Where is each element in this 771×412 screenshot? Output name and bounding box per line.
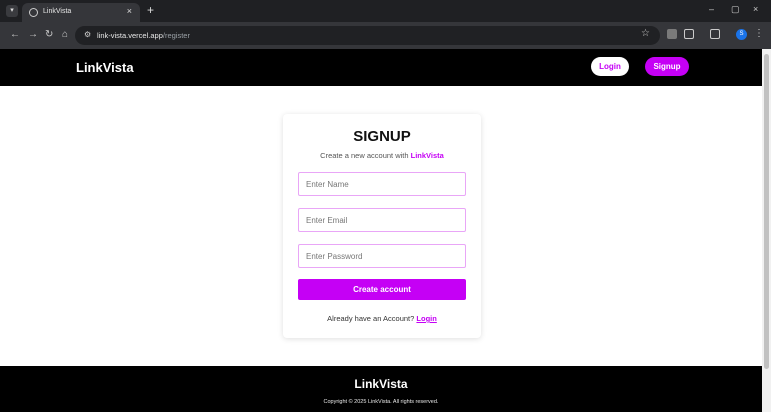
home-icon[interactable]: ⌂ [62,29,68,40]
tab-search-icon[interactable]: ▾ [6,5,18,17]
maximize-icon[interactable]: ▢ [731,4,740,15]
signup-subtitle: Create a new account with LinkVista [283,151,481,160]
login-prompt: Already have an Account? Login [283,314,481,323]
scrollbar-thumb[interactable] [764,54,769,369]
email-input[interactable] [298,208,466,232]
back-icon[interactable]: ← [10,29,20,40]
extension-icon[interactable] [667,29,677,39]
minimize-icon[interactable]: – [709,4,714,14]
footer-brand: LinkVista [354,377,408,391]
login-link[interactable]: Login [416,314,436,323]
site-navbar: LinkVista Login Signup [0,49,762,86]
downloads-icon[interactable] [710,29,720,39]
puzzle-extensions-icon[interactable] [684,29,694,39]
site-settings-icon[interactable]: ⚙ [84,30,91,39]
url-path: /register [162,31,190,40]
login-prompt-text: Already have an Account? [327,314,417,323]
footer-copyright: Copyright © 2025 LinkVista. All rights r… [323,399,439,405]
name-input[interactable] [298,172,466,196]
bookmark-star-icon[interactable]: ☆ [641,28,650,39]
tab-close-icon[interactable]: × [127,6,132,16]
subtitle-brand: LinkVista [410,151,444,160]
globe-icon [29,8,38,17]
navbar-login-button[interactable]: Login [591,57,629,76]
navbar-signup-button[interactable]: Signup [645,57,689,76]
signup-title: SIGNUP [353,128,411,145]
browser-menu-icon[interactable]: ⋮ [754,28,764,39]
create-account-button[interactable]: Create account [298,279,466,300]
profile-avatar[interactable]: S [736,29,747,40]
site-footer: LinkVista Copyright © 2025 LinkVista. Al… [0,366,762,412]
browser-tab[interactable]: LinkVista × [22,3,140,22]
navbar-brand[interactable]: LinkVista [76,60,134,75]
tab-title: LinkVista [43,8,72,15]
password-input[interactable] [298,244,466,268]
new-tab-icon[interactable]: + [147,3,154,17]
forward-icon[interactable]: → [28,29,38,40]
url-text: link-vista.vercel.app/register [97,31,190,40]
subtitle-text: Create a new account with [320,151,411,160]
browser-tab-bar: ▾ LinkVista × + – ▢ × [0,0,771,22]
url-host: link-vista.vercel.app [97,31,163,40]
browser-toolbar: ← → ↻ ⌂ ⚙ link-vista.vercel.app/register… [0,22,771,49]
reload-icon[interactable]: ↻ [45,29,53,40]
signup-card: SIGNUP Create a new account with LinkVis… [283,114,481,338]
window-close-icon[interactable]: × [753,4,758,14]
address-bar[interactable]: ⚙ link-vista.vercel.app/register [75,26,660,45]
page-scrollbar[interactable] [762,49,771,412]
